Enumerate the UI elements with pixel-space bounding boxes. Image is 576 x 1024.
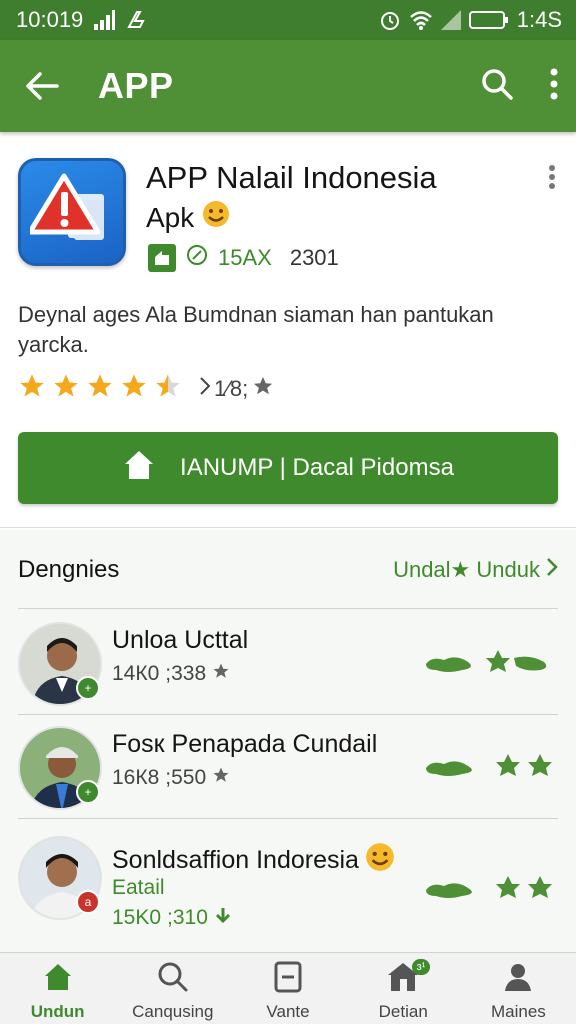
list-item[interactable]: a Sonldsaffion Indoresia Eatail 15K0 ;31…: [0, 828, 576, 930]
nav-item-search[interactable]: Canqusing: [115, 953, 230, 1024]
nav-label: Undun: [30, 1002, 85, 1021]
divider: [18, 714, 558, 715]
smile-emoji-icon: [363, 840, 397, 881]
app-bar: APP: [0, 40, 576, 132]
item-stats: 16К8 ;550: [112, 766, 230, 790]
section-link[interactable]: Undal★ Unduk: [393, 557, 558, 583]
half-star-icon: [154, 372, 182, 405]
nav-item-profile[interactable]: Maines: [461, 953, 576, 1024]
section-header: Dengnies Undal★ Unduk: [18, 550, 558, 590]
status-bar: 10:019 1:4S: [0, 0, 576, 40]
item-subline: Eatail: [112, 876, 165, 899]
divider: [18, 818, 558, 819]
cell-signal-icon: [440, 10, 461, 30]
nav-item-home[interactable]: Undun: [0, 953, 115, 1024]
list-item[interactable]: + Fosк Penapada Cundail 16К8 ;550: [0, 718, 576, 818]
signal-icon: [93, 10, 116, 30]
star-icon: [212, 766, 230, 790]
card-more-icon[interactable]: [548, 164, 556, 195]
list-item[interactable]: + Unloa Ucttal 14К0 ;338: [0, 614, 576, 714]
back-arrow-icon[interactable]: [22, 66, 62, 106]
list-section: Dengnies Undal★ Unduk + Unloa Ucttal 14К…: [0, 530, 576, 952]
app-logo: [18, 158, 126, 266]
meta-number: 2301: [289, 245, 339, 270]
item-stat-b: ;338: [165, 662, 207, 685]
battery-icon: [468, 10, 509, 30]
install-button-label: IANUMP | Dacal Pidomsa: [180, 454, 454, 481]
map-rating-graphic: [422, 748, 552, 789]
app-description: Deynal ages Ala Bumdnan siaman han pantu…: [18, 302, 494, 357]
item-title-text: Sonldsaffion Indoresia: [112, 846, 359, 874]
nav-label: Canqusing: [132, 1002, 214, 1021]
plus-badge-icon: +: [76, 676, 100, 700]
app-subtitle: Apk: [146, 201, 195, 233]
install-button[interactable]: IANUMP | Dacal Pidomsa: [18, 432, 558, 504]
rating-count-value: 1⁄8;: [214, 375, 249, 401]
item-stats: 15K0 ;310: [112, 906, 232, 930]
item-stat-a: 15K0: [112, 906, 162, 929]
app-detail-card: APP Nalail Indonesia Apk 15AX 2301 Deyna…: [0, 140, 576, 528]
red-badge-icon: a: [76, 890, 100, 914]
item-stat-b: ;310: [167, 906, 208, 929]
person-icon: [502, 961, 534, 998]
plus-badge-icon: +: [76, 780, 100, 804]
nav-item-detian[interactable]: ɜ¹ Detian: [346, 953, 461, 1024]
app-bar-title: APP: [98, 65, 174, 106]
nav-item-vante[interactable]: Vante: [230, 953, 345, 1024]
down-arrow-icon: [214, 906, 232, 930]
minus-box-icon: [272, 961, 304, 998]
star-icon: [86, 372, 114, 405]
meta-code: 15AX: [218, 245, 272, 270]
map-rating-graphic: [422, 644, 552, 685]
star-icon: [52, 372, 80, 405]
play-icon: [200, 376, 211, 402]
badge-icon: [148, 244, 176, 272]
app-subtitle-row: Apk: [146, 198, 232, 237]
wifi-icon: [409, 10, 433, 30]
item-title: Sonldsaffion Indoresia: [112, 840, 397, 881]
nav-label: Detian: [378, 1002, 428, 1021]
rating-count: 1⁄8;: [200, 375, 274, 403]
home-icon: [122, 448, 156, 489]
status-time-right: 1:4S: [516, 7, 562, 32]
home-icon: [42, 961, 74, 998]
bottom-navigation: Undun Canqusing Vante ɜ¹ Detian Maines: [0, 952, 576, 1024]
item-title: Unloa Ucttal: [112, 626, 249, 654]
divider: [18, 608, 558, 609]
more-vert-icon[interactable]: [550, 68, 558, 105]
nav-label: Vante: [266, 1002, 310, 1021]
warning-icon: [30, 173, 104, 240]
notification-icon: [125, 9, 147, 31]
alarm-icon: [379, 9, 401, 31]
item-title: Fosк Penapada Cundail: [112, 730, 378, 758]
item-stat-a: 16К8: [112, 766, 160, 789]
app-meta: 15AX 2301: [148, 244, 339, 272]
map-rating-graphic: [422, 870, 552, 911]
section-title: Dengnies: [18, 556, 120, 583]
rating-row: 1⁄8;: [18, 372, 274, 405]
search-icon[interactable]: [480, 67, 514, 106]
smile-emoji-icon: [200, 198, 232, 237]
app-name: APP Nalail Indonesia: [146, 160, 437, 195]
item-stats: 14К0 ;338: [112, 662, 230, 686]
star-icon: [120, 372, 148, 405]
chevron-right-icon: [546, 557, 558, 583]
small-star-icon: [252, 375, 274, 403]
status-time: 10:019: [16, 7, 84, 32]
item-stat-a: 14К0: [112, 662, 160, 685]
nav-label: Maines: [491, 1002, 546, 1021]
section-link-label: Undal★ Unduk: [393, 557, 540, 582]
item-stat-b: ;550: [165, 766, 207, 789]
nav-badge: ɜ¹: [411, 959, 431, 975]
compass-icon: [186, 244, 208, 272]
search-icon: [157, 961, 189, 998]
star-icon: [212, 662, 230, 686]
star-icon: [18, 372, 46, 405]
